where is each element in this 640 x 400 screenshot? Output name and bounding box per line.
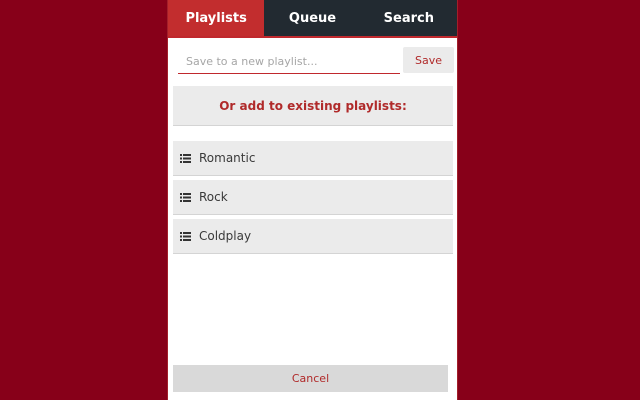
save-playlist-row: Save	[178, 47, 454, 75]
new-playlist-input[interactable]	[178, 50, 400, 74]
cancel-button[interactable]: Cancel	[173, 365, 448, 392]
playlist-dialog: Playlists Queue Search Save Or add to ex…	[167, 0, 458, 400]
playlist-list: Romantic Rock Coldplay	[173, 141, 453, 258]
playlist-item-rock[interactable]: Rock	[173, 180, 453, 215]
playlist-label: Rock	[199, 190, 228, 204]
save-button[interactable]: Save	[403, 47, 454, 73]
playlist-item-romantic[interactable]: Romantic	[173, 141, 453, 176]
playlist-label: Romantic	[199, 151, 256, 165]
list-icon	[180, 153, 191, 163]
tab-playlists[interactable]: Playlists	[168, 0, 265, 36]
playlist-item-coldplay[interactable]: Coldplay	[173, 219, 453, 254]
list-icon	[180, 231, 191, 241]
existing-playlists-heading: Or add to existing playlists:	[173, 86, 453, 126]
playlist-label: Coldplay	[199, 229, 252, 243]
tab-queue[interactable]: Queue	[264, 0, 360, 36]
tab-search[interactable]: Search	[361, 0, 457, 36]
tab-bar: Playlists Queue Search	[168, 0, 457, 38]
list-icon	[180, 192, 191, 202]
